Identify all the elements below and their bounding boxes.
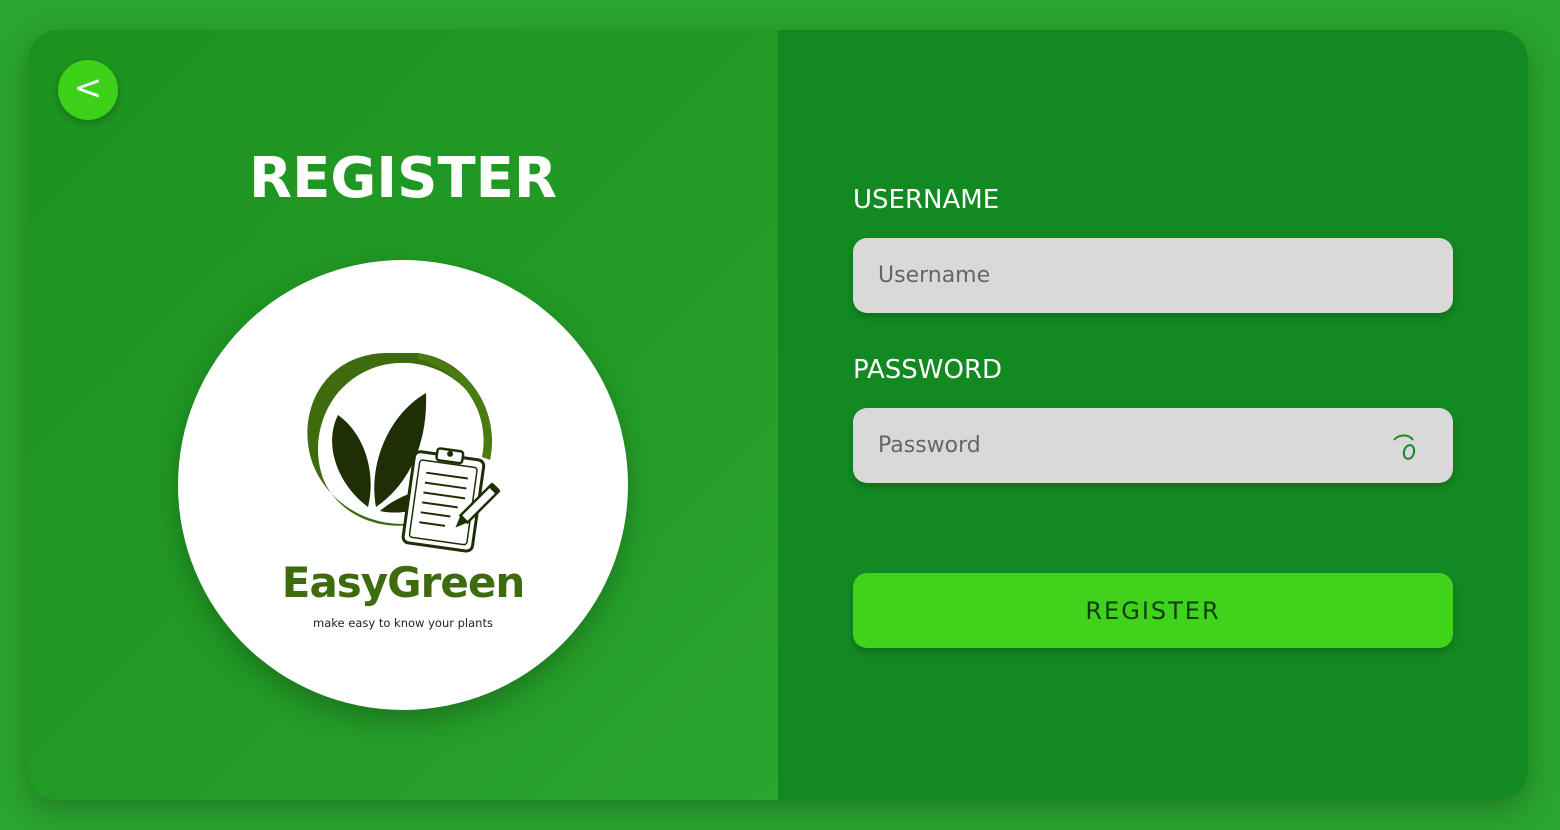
logo: EasyGreen make easy to know your plants <box>178 260 628 710</box>
left-panel: < REGISTER EasyGreen make easy to know y… <box>28 30 778 800</box>
password-input[interactable] <box>876 432 1380 459</box>
leaf-clipboard-logo-icon <box>307 353 501 553</box>
register-card: < REGISTER EasyGreen make easy to know y… <box>28 30 1528 800</box>
register-button[interactable]: REGISTER <box>853 573 1453 648</box>
brand-name: EasyGreen <box>281 558 525 607</box>
back-button[interactable]: < <box>58 60 118 120</box>
username-label: USERNAME <box>853 185 1000 215</box>
password-field-box[interactable] <box>853 408 1453 483</box>
password-label: PASSWORD <box>853 355 1003 385</box>
register-form: USERNAME PASSWORD REGISTER <box>778 30 1528 800</box>
username-input[interactable] <box>876 262 1380 289</box>
brand-tagline: make easy to know your plants <box>313 616 493 630</box>
eye-closed-icon[interactable] <box>1389 432 1423 462</box>
username-field-box[interactable] <box>853 238 1453 313</box>
back-arrow-icon: < <box>73 68 103 108</box>
page-title: REGISTER <box>248 146 558 211</box>
